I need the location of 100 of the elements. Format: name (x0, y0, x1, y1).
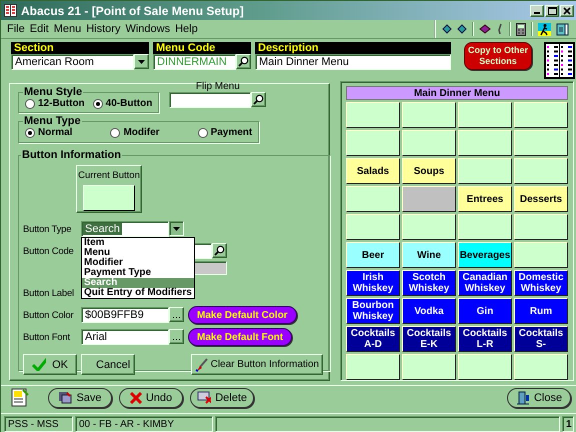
copy-button[interactable]: Copy to Other Sections (464, 42, 532, 70)
lookup-button[interactable] (251, 92, 266, 107)
minimize-icon (534, 12, 540, 14)
menu-layout-icon[interactable] (544, 42, 575, 79)
empty-slot[interactable] (458, 158, 512, 184)
default-button[interactable]: Make Default Color (188, 306, 297, 324)
empty-slot[interactable] (402, 214, 456, 240)
menu-item[interactable]: Windows (125, 23, 176, 35)
calculator-icon[interactable] (516, 22, 526, 36)
empty-slot[interactable] (458, 130, 512, 156)
maximize-button[interactable] (545, 4, 559, 16)
field-label: Current Button (78, 170, 140, 181)
menu-button[interactable]: Domestic Whiskey (514, 270, 568, 296)
empty-slot[interactable] (514, 242, 568, 268)
menu-button[interactable]: Gin (458, 298, 512, 324)
clear-button[interactable]: Clear Button Information (190, 354, 323, 375)
close-button[interactable]: Close (507, 388, 571, 408)
empty-slot[interactable] (346, 186, 400, 212)
empty-slot[interactable] (346, 214, 400, 240)
text-field[interactable]: Main Dinner Menu (255, 54, 451, 70)
field-label: Button Code (23, 246, 75, 256)
radio-label[interactable]: Payment (210, 127, 252, 138)
menu-button[interactable]: Soups (402, 158, 456, 184)
radio-label[interactable]: Normal (38, 127, 72, 138)
menu-button[interactable]: Salads (346, 158, 400, 184)
menu-button[interactable]: Wine (402, 242, 456, 268)
delete-button[interactable]: Delete (190, 388, 254, 408)
menu-item[interactable]: File (7, 23, 30, 35)
field-label: Button Type (23, 224, 72, 234)
empty-slot[interactable] (514, 102, 568, 128)
close-button[interactable] (560, 4, 574, 16)
input-field[interactable] (169, 92, 252, 108)
text-field[interactable]: $00B9FFB9 (81, 307, 169, 323)
empty-slot[interactable] (346, 130, 400, 156)
empty-slot[interactable] (402, 102, 456, 128)
radio-button[interactable] (92, 98, 103, 108)
empty-slot[interactable] (514, 158, 568, 184)
list-option[interactable]: Menu (82, 248, 194, 258)
radio-button[interactable] (25, 98, 35, 108)
empty-slot[interactable] (402, 186, 456, 212)
empty-slot[interactable] (514, 354, 568, 380)
menu-button[interactable]: Cocktails S- (514, 326, 568, 352)
empty-slot[interactable] (346, 102, 400, 128)
lookup-button[interactable] (212, 243, 227, 258)
menu-button[interactable]: Cocktails L-R (458, 326, 512, 352)
empty-slot[interactable] (514, 214, 568, 240)
save-button[interactable]: Save (48, 388, 112, 408)
save-icon (58, 391, 72, 404)
list-option[interactable]: Item (82, 238, 194, 248)
empty-slot[interactable] (402, 354, 456, 380)
empty-slot[interactable] (458, 354, 512, 380)
radio-label[interactable]: Modifer (123, 127, 160, 138)
notes-icon[interactable] (11, 388, 29, 407)
radio-button[interactable] (25, 128, 35, 138)
default-button[interactable]: Make Default Font (188, 328, 292, 346)
empty-slot[interactable] (402, 130, 456, 156)
browse-button[interactable] (169, 329, 184, 344)
runner-icon[interactable] (538, 22, 551, 36)
lookup-button[interactable] (236, 54, 251, 69)
menu-button[interactable]: Desserts (514, 186, 568, 212)
menu-item[interactable]: Help (175, 23, 203, 35)
status-text: PSS - MSS (4, 416, 73, 432)
empty-slot[interactable] (458, 102, 512, 128)
menu-button[interactable]: Rum (514, 298, 568, 324)
radio-label[interactable]: 12-Button (38, 98, 85, 109)
menu-button[interactable]: Beer (346, 242, 400, 268)
menu-button[interactable]: Entrees (458, 186, 512, 212)
menu-button[interactable]: Vodka (402, 298, 456, 324)
text-field[interactable]: DINNERMAIN (153, 54, 236, 70)
radio-button[interactable] (198, 128, 208, 138)
menu-button[interactable]: Bourbon Whiskey (346, 298, 400, 324)
list-option[interactable]: Payment Type (82, 268, 194, 278)
empty-slot[interactable] (346, 354, 400, 380)
menu-button[interactable]: Beverages (458, 242, 512, 268)
exit-icon[interactable] (556, 22, 569, 36)
radio-label[interactable]: 40-Button (106, 98, 152, 109)
browse-button[interactable] (169, 307, 184, 322)
empty-slot[interactable] (458, 214, 512, 240)
menu-button[interactable]: Irish Whiskey (346, 270, 400, 296)
menu-button[interactable]: Scotch Whiskey (402, 270, 456, 296)
cancel-button[interactable]: Cancel (81, 354, 135, 375)
menu-item[interactable]: Edit (30, 23, 54, 35)
empty-slot[interactable] (514, 130, 568, 156)
text-field[interactable]: American Room (11, 54, 134, 70)
field-label: Menu Code (153, 42, 251, 54)
list-option[interactable]: Modifier (82, 258, 194, 268)
list-option[interactable]: Quit Entry of Modifiers (82, 288, 194, 298)
menu-item[interactable]: History (86, 23, 126, 35)
undo-button[interactable]: Undo (119, 388, 183, 408)
menu-button[interactable]: Cocktails E-K (402, 326, 456, 352)
radio-button[interactable] (110, 128, 120, 138)
minimize-button[interactable] (530, 4, 544, 16)
menu-button[interactable]: Canadian Whiskey (458, 270, 512, 296)
close-icon (563, 6, 571, 14)
menu-item[interactable]: Menu (54, 23, 86, 35)
dropdown-button[interactable] (169, 221, 184, 236)
menu-button[interactable]: Cocktails A-D (346, 326, 400, 352)
ok-button[interactable]: OK (23, 354, 77, 375)
text-field[interactable]: Arial (81, 329, 169, 345)
dropdown-field[interactable]: Search (81, 221, 169, 237)
